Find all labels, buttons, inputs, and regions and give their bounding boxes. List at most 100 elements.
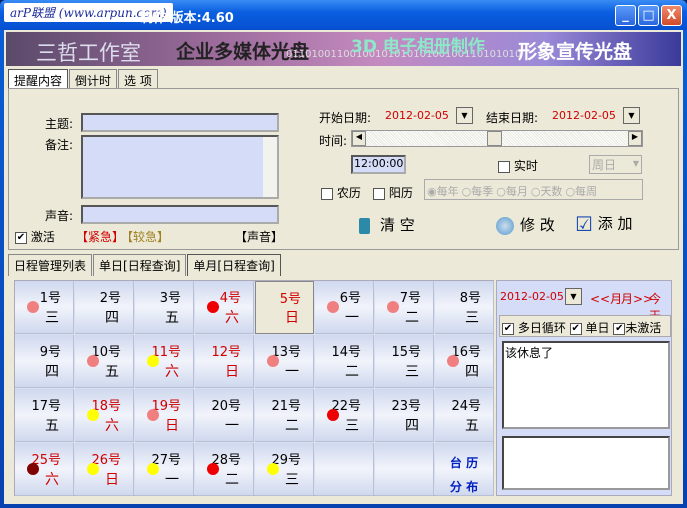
start-date-value[interactable]: 2012-02-05 bbox=[385, 109, 449, 122]
calendar-day[interactable]: 9号四 bbox=[15, 335, 74, 388]
calendar-day[interactable]: 24号五 bbox=[435, 389, 494, 442]
repeat-monthly[interactable]: ○每月 bbox=[496, 183, 528, 198]
calendar-day[interactable]: 12号日 bbox=[195, 335, 254, 388]
check-icon: ☑ bbox=[575, 212, 593, 236]
tab-schedule-list[interactable]: 日程管理列表 bbox=[8, 254, 93, 276]
close-button[interactable]: X bbox=[661, 5, 682, 26]
prev-month-link[interactable]: <<月 bbox=[590, 290, 622, 307]
clear-button[interactable]: 清 空 bbox=[359, 214, 415, 235]
end-date-dropdown[interactable]: ▼ bbox=[623, 107, 640, 124]
start-date-dropdown[interactable]: ▼ bbox=[456, 107, 473, 124]
slider-thumb[interactable] bbox=[487, 131, 502, 146]
repeat-quarterly[interactable]: ○每季 bbox=[462, 183, 494, 198]
slider-left-arrow[interactable]: ◀ bbox=[352, 131, 366, 146]
weekday: 六 bbox=[45, 472, 59, 488]
sound-input[interactable] bbox=[81, 205, 279, 224]
calendar-day[interactable]: 3号五 bbox=[135, 281, 194, 334]
side-date[interactable]: 2012-02-05 bbox=[500, 290, 564, 303]
multi-day-checkbox[interactable]: ✔ 多日循环 bbox=[502, 321, 566, 335]
calendar-day[interactable]: 21号二 bbox=[255, 389, 314, 442]
time-slider[interactable]: ◀ ▶ bbox=[351, 130, 643, 147]
calendar-day[interactable]: 26号日 bbox=[75, 443, 134, 496]
calendar-day[interactable]: 19号日 bbox=[135, 389, 194, 442]
slider-right-arrow[interactable]: ▶ bbox=[628, 131, 642, 146]
event-dot-icon bbox=[207, 301, 219, 313]
calendar-day[interactable]: 13号一 bbox=[255, 335, 314, 388]
minimize-button[interactable]: _ bbox=[615, 5, 636, 26]
inactive-checkbox[interactable]: ✔ 未激活 bbox=[613, 321, 661, 335]
calendar-day[interactable]: 15号三 bbox=[375, 335, 434, 388]
calendar-day[interactable]: 1号三 bbox=[15, 281, 74, 334]
calendar-day[interactable]: 8号三 bbox=[435, 281, 494, 334]
clear-label: 清 空 bbox=[380, 216, 415, 234]
calendar-day[interactable]: 11号六 bbox=[135, 335, 194, 388]
realtime-checkbox[interactable]: 实时 bbox=[498, 157, 538, 174]
subject-input[interactable] bbox=[81, 113, 279, 132]
calendar-day[interactable]: 28号二 bbox=[195, 443, 254, 496]
title-bar[interactable]: arP联盟 (www.arpun.com) 制作 版本:4.60 _ □ X bbox=[0, 0, 687, 30]
event-dot-icon bbox=[87, 409, 99, 421]
calendar-day[interactable]: 17号五 bbox=[15, 389, 74, 442]
calendar-day[interactable]: 6号一 bbox=[315, 281, 374, 334]
event-dot-icon bbox=[147, 409, 159, 421]
lunar-checkbox[interactable]: 农历 bbox=[321, 184, 361, 201]
dist-label-1: 台 历 bbox=[449, 456, 479, 470]
tab-month-query[interactable]: 单月[日程查询] bbox=[187, 254, 281, 276]
sound-button[interactable]: 【声音】 bbox=[235, 228, 283, 245]
calendar-day[interactable]: 18号六 bbox=[75, 389, 134, 442]
calendar-day[interactable]: 4号六 bbox=[195, 281, 254, 334]
app-window: arP联盟 (www.arpun.com) 制作 版本:4.60 _ □ X 三… bbox=[0, 0, 687, 508]
calendar-day[interactable]: 25号六 bbox=[15, 443, 74, 496]
calendar-day[interactable]: 16号四 bbox=[435, 335, 494, 388]
weekday: 日 bbox=[225, 364, 239, 380]
calendar-day[interactable]: 29号三 bbox=[255, 443, 314, 496]
day-number: 1号 bbox=[39, 291, 61, 306]
note-list[interactable]: 该休息了 bbox=[502, 341, 670, 429]
side-date-dropdown[interactable]: ▼ bbox=[565, 288, 582, 305]
calendar-day[interactable]: 5号日 bbox=[255, 281, 314, 334]
day-number: 14号 bbox=[331, 345, 361, 360]
repeat-days[interactable]: ○天数 bbox=[531, 183, 563, 198]
repeat-weekly[interactable]: ○每周 bbox=[565, 183, 597, 198]
calendar-day[interactable]: 22号三 bbox=[315, 389, 374, 442]
single-day-checkbox[interactable]: ✔ 单日 bbox=[569, 321, 610, 335]
calendar-day[interactable]: 7号二 bbox=[375, 281, 434, 334]
notes-scrollbar[interactable] bbox=[263, 137, 277, 197]
calendar-day[interactable]: 10号五 bbox=[75, 335, 134, 388]
time-input[interactable]: 12:00:00 bbox=[351, 155, 406, 174]
calendar-day[interactable]: 20号一 bbox=[195, 389, 254, 442]
day-number: 3号 bbox=[159, 291, 181, 306]
refresh-icon bbox=[496, 216, 514, 235]
notes-textarea[interactable] bbox=[81, 135, 279, 199]
less-urgent-link[interactable]: 【较急】 bbox=[121, 228, 169, 245]
day-number: 9号 bbox=[39, 345, 61, 360]
weekday: 四 bbox=[105, 310, 119, 326]
event-dot-icon bbox=[327, 409, 339, 421]
calendar-day[interactable]: 14号二 bbox=[315, 335, 374, 388]
urgent-link[interactable]: 【紧急】 bbox=[76, 228, 124, 245]
weekday: 三 bbox=[285, 472, 299, 488]
weekday: 日 bbox=[285, 310, 299, 326]
calendar-distribution-button[interactable]: 台 历分 布 bbox=[435, 443, 494, 496]
day-number: 4号 bbox=[219, 291, 241, 306]
detail-box[interactable] bbox=[502, 436, 670, 490]
repeat-yearly[interactable]: ◉每年 bbox=[427, 183, 459, 198]
tab-day-query[interactable]: 单日[日程查询] bbox=[93, 254, 187, 276]
calendar-day[interactable]: 2号四 bbox=[75, 281, 134, 334]
calendar-day[interactable]: 23号四 bbox=[375, 389, 434, 442]
window-title: 制作 版本:4.60 bbox=[140, 11, 234, 26]
solar-checkbox[interactable]: 阳历 bbox=[373, 184, 413, 201]
modify-button[interactable]: 修 改 bbox=[496, 214, 555, 235]
day-number: 15号 bbox=[391, 345, 421, 360]
add-button[interactable]: ☑ 添 加 bbox=[575, 212, 633, 236]
weekday-select[interactable]: 周日 ▼ bbox=[589, 155, 642, 174]
calendar-day[interactable]: 27号一 bbox=[135, 443, 194, 496]
maximize-button[interactable]: □ bbox=[638, 5, 659, 26]
day-number: 5号 bbox=[279, 292, 301, 307]
client-area: 三哲工作室 企业多媒体光盘 01101001100100101010101001… bbox=[4, 30, 683, 504]
day-number: 2号 bbox=[99, 291, 121, 306]
weekday: 四 bbox=[45, 364, 59, 380]
end-date-value[interactable]: 2012-02-05 bbox=[552, 109, 616, 122]
activate-checkbox[interactable]: ✔ 激活 bbox=[15, 228, 55, 245]
day-number: 8号 bbox=[459, 291, 481, 306]
